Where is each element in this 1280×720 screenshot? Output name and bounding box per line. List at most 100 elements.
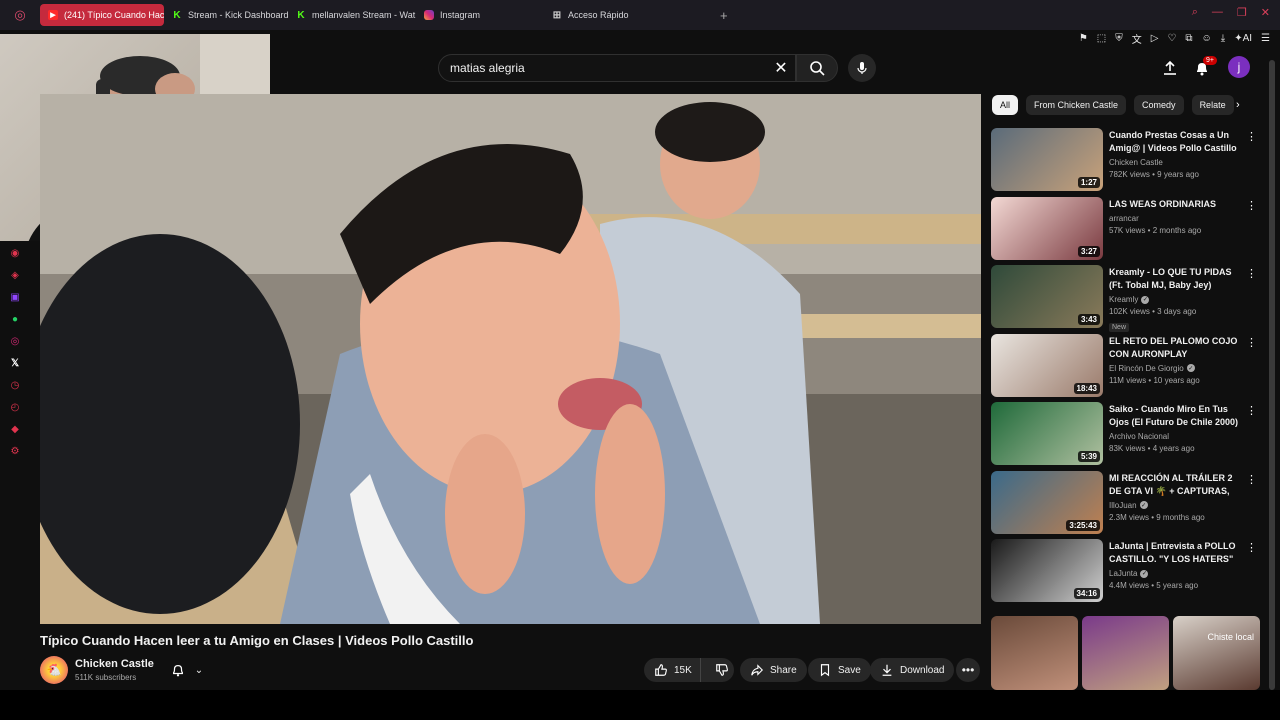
recommendation-item[interactable]: 3:43 Kreamly - LO QUE TU PIDAS (Ft. Tobal…	[991, 265, 1261, 334]
maximize-icon[interactable]: ❐	[1237, 6, 1247, 19]
translate-icon[interactable]: 文	[1132, 31, 1142, 46]
search-input[interactable]: matias alegria	[450, 61, 767, 75]
clear-search-icon[interactable]: ✕	[767, 54, 795, 82]
short-thumbnail[interactable]: Chiste local	[1173, 616, 1260, 690]
recommendation-channel[interactable]: El Rincón De Giorgio ✓	[1109, 364, 1244, 373]
recommendation-title[interactable]: LAS WEAS ORDINARIAS	[1109, 198, 1244, 211]
settings-icon[interactable]: ⚙	[8, 444, 22, 458]
video-thumbnail[interactable]: 1:27	[991, 128, 1103, 191]
x-twitter-icon[interactable]: 𝕏	[8, 356, 22, 370]
more-vertical-icon[interactable]: ⋮	[1246, 336, 1257, 349]
clock-icon[interactable]: ◴	[8, 400, 22, 414]
more-vertical-icon[interactable]: ⋮	[1246, 404, 1257, 417]
close-icon[interactable]: ✕	[1261, 6, 1270, 19]
play-icon[interactable]: ▷	[1151, 33, 1159, 44]
shield-icon[interactable]: ⛨	[1115, 33, 1123, 44]
recommendation-channel[interactable]: Kreamly ✓	[1109, 295, 1244, 304]
extensions-icon[interactable]: ⧉	[1185, 33, 1192, 44]
twitch-icon[interactable]: ▣	[8, 290, 22, 304]
recommendation-item[interactable]: 1:27 Cuando Prestas Cosas a Un Amig@ | Vi…	[991, 128, 1261, 197]
scrollbar-thumb[interactable]	[1269, 60, 1275, 690]
video-player[interactable]	[40, 94, 981, 624]
download-label: Download	[900, 664, 945, 676]
video-thumbnail[interactable]: 3:27	[991, 196, 1103, 260]
more-vertical-icon[interactable]: ⋮	[1246, 473, 1257, 486]
page-scrollbar[interactable]	[1268, 50, 1276, 690]
instagram-sidebar-icon[interactable]: ◎	[8, 334, 22, 348]
video-thumbnail[interactable]: 5:39	[991, 402, 1103, 465]
recommendation-item[interactable]: 5:39 Saiko - Cuando Miro En Tus Ojos (El …	[991, 402, 1261, 471]
dislike-button[interactable]	[707, 658, 737, 682]
video-thumbnail[interactable]: 18:43	[991, 333, 1103, 397]
tab-kick-stream[interactable]: K mellanvalen Stream - Wat	[288, 4, 416, 26]
whatsapp-icon[interactable]: ●	[8, 312, 22, 326]
recommendation-title[interactable]: LaJunta | Entrevista a POLLO CASTILLO. "…	[1109, 540, 1244, 566]
video-thumbnail[interactable]: 34:16	[991, 539, 1103, 602]
ai-button[interactable]: ✦AI	[1234, 33, 1252, 44]
chip-all[interactable]: All	[992, 95, 1019, 115]
more-vertical-icon[interactable]: ⋮	[1246, 130, 1257, 143]
extension-icon[interactable]: ◆	[8, 422, 22, 436]
recommendation-channel[interactable]: IlloJuan ✓	[1109, 501, 1244, 510]
heart-icon[interactable]: ♡	[1167, 33, 1176, 44]
search-tabs-icon[interactable]: ⌕	[1192, 6, 1198, 19]
channel-label: arrancar	[1109, 213, 1139, 223]
recommendation-item[interactable]: 18:43 EL RETO DEL PALOMO COJO CON AURONPL…	[991, 333, 1261, 403]
tab-instagram[interactable]: Instagram	[416, 4, 544, 26]
pinterest-icon[interactable]: ◉	[8, 246, 22, 260]
chip-comedy[interactable]: Comedy	[1134, 95, 1184, 115]
bookmark-icon[interactable]: ⚑	[1079, 33, 1088, 44]
save-button[interactable]: Save	[808, 658, 871, 682]
video-thumbnail[interactable]: 3:25:43	[991, 470, 1103, 534]
short-thumbnail[interactable]	[1082, 616, 1169, 690]
new-tab-button[interactable]: +	[720, 8, 728, 23]
channel-avatar[interactable]: 🐔	[40, 656, 68, 684]
voice-search-button[interactable]	[848, 54, 876, 82]
recommendation-title[interactable]: Kreamly - LO QUE TU PIDAS (Ft. Tobal MJ,…	[1109, 266, 1244, 292]
recommendation-info: LAS WEAS ORDINARIAS arrancar 57K views • 2…	[1109, 197, 1244, 266]
messenger-icon[interactable]: ◈	[8, 268, 22, 282]
recommendation-channel[interactable]: Chicken Castle	[1109, 158, 1244, 167]
short-thumbnail[interactable]	[991, 616, 1078, 690]
like-button[interactable]: 15K	[644, 658, 701, 682]
more-vertical-icon[interactable]: ⋮	[1246, 267, 1257, 280]
recommendation-title[interactable]: Saiko - Cuando Miro En Tus Ojos (El Futu…	[1109, 403, 1244, 429]
share-button[interactable]: Share	[740, 658, 807, 682]
screenshot-icon[interactable]: ⬚	[1097, 33, 1106, 44]
minimize-icon[interactable]: —	[1212, 6, 1223, 19]
tab-youtube[interactable]: ▶ (241) Típico Cuando Hacen	[40, 4, 164, 26]
chip-from-channel[interactable]: From Chicken Castle	[1026, 95, 1127, 115]
recommendation-item[interactable]: 34:16 LaJunta | Entrevista a POLLO CASTIL…	[991, 539, 1261, 608]
recommendation-info: Kreamly - LO QUE TU PIDAS (Ft. Tobal MJ,…	[1109, 265, 1244, 334]
recommendation-channel[interactable]: LaJunta ✓	[1109, 569, 1244, 578]
history-icon[interactable]: ◷	[8, 378, 22, 392]
search-button[interactable]	[796, 54, 838, 82]
download-button[interactable]: Download	[870, 658, 955, 682]
more-vertical-icon[interactable]: ⋮	[1246, 541, 1257, 554]
profile-icon[interactable]: ☺	[1202, 33, 1212, 44]
microphone-icon	[857, 62, 867, 74]
chevron-right-icon[interactable]: ›	[1236, 99, 1240, 111]
account-avatar[interactable]: j	[1228, 56, 1250, 78]
recommendation-item[interactable]: 3:25:43 MI REACCIÓN AL TRÁILER 2 DE GTA V…	[991, 470, 1261, 540]
channel-name[interactable]: Chicken Castle	[75, 658, 154, 670]
recommendation-title[interactable]: Cuando Prestas Cosas a Un Amig@ | Videos…	[1109, 129, 1244, 155]
video-thumbnail[interactable]: 3:43	[991, 265, 1103, 328]
thumbs-down-icon	[715, 664, 728, 676]
browser-menu-button[interactable]: ◎	[0, 0, 40, 30]
chip-related[interactable]: Relate	[1191, 95, 1234, 115]
recommendation-title[interactable]: MI REACCIÓN AL TRÁILER 2 DE GTA VI 🌴 + C…	[1109, 472, 1244, 498]
search-box[interactable]: matias alegria ✕	[438, 54, 796, 82]
tab-acceso-rapido[interactable]: ⊞ Acceso Rápido	[544, 4, 672, 26]
subscribed-notifications-button[interactable]: ⌄	[162, 658, 212, 682]
more-vertical-icon[interactable]: ⋮	[1246, 199, 1257, 212]
menu-icon[interactable]: ☰	[1261, 33, 1270, 44]
download-icon[interactable]: ⤓	[1221, 33, 1225, 44]
create-button[interactable]	[1158, 56, 1182, 80]
more-actions-button[interactable]: •••	[956, 658, 980, 682]
recommendation-channel[interactable]: arrancar	[1109, 214, 1244, 223]
recommendation-title[interactable]: EL RETO DEL PALOMO COJO CON AURONPLAY	[1109, 335, 1244, 361]
recommendation-channel[interactable]: Archivo Nacional	[1109, 432, 1244, 441]
recommendation-item[interactable]: 3:27 LAS WEAS ORDINARIAS arrancar 57K views…	[991, 196, 1261, 266]
tab-kick-dashboard[interactable]: K Stream - Kick Dashboard	[164, 4, 288, 26]
